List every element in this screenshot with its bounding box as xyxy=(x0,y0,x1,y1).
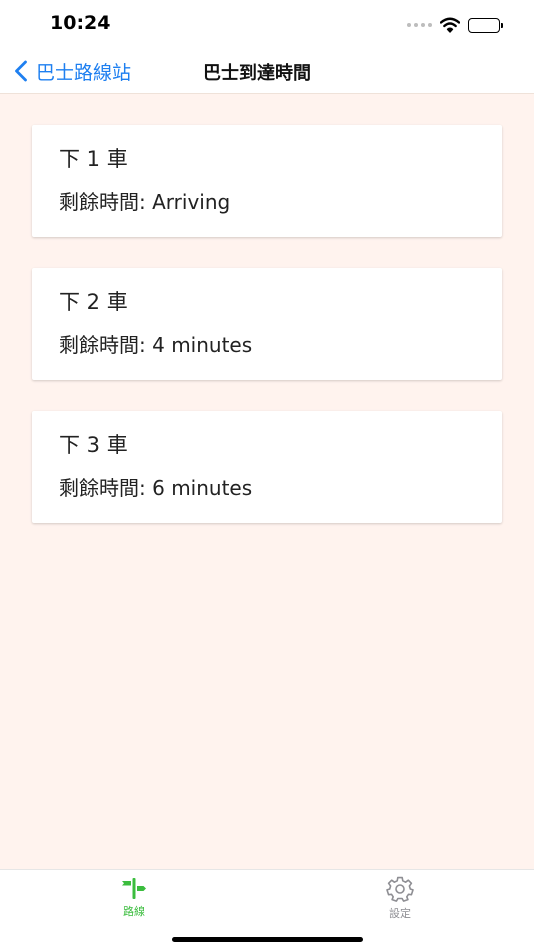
battery-icon xyxy=(468,17,503,33)
status-time: 10:24 xyxy=(50,12,111,34)
navigation-bar: 巴士路線站 巴士到達時間 xyxy=(0,48,534,94)
arrival-title: 下 2 車 xyxy=(59,290,128,314)
remaining-value: 4 minutes xyxy=(152,333,253,357)
arrival-remaining: 剩餘時間: Arriving xyxy=(59,190,231,214)
home-indicator xyxy=(172,937,363,942)
remaining-label: 剩餘時間 xyxy=(59,333,139,357)
chevron-left-icon xyxy=(15,60,27,82)
wifi-icon xyxy=(440,17,460,33)
signal-dots-icon xyxy=(407,23,432,27)
tab-settings-label: 設定 xyxy=(389,907,411,920)
arrival-title: 下 1 車 xyxy=(59,147,128,171)
remaining-value: Arriving xyxy=(152,190,231,214)
arrival-remaining: 剩餘時間: 4 minutes xyxy=(59,333,253,357)
back-button-label: 巴士路線站 xyxy=(36,61,132,84)
tab-settings[interactable]: 設定 xyxy=(360,876,440,924)
remaining-label: 剩餘時間 xyxy=(59,476,139,500)
tab-routes-label: 路線 xyxy=(123,905,145,918)
tab-routes[interactable]: 路線 xyxy=(94,876,174,924)
arrival-card: 下 2 車 剩餘時間: 4 minutes xyxy=(32,268,502,380)
arrival-card: 下 1 車 剩餘時間: Arriving xyxy=(32,125,502,237)
page-title: 巴士到達時間 xyxy=(203,63,311,84)
arrival-card: 下 3 車 剩餘時間: 6 minutes xyxy=(32,411,502,523)
arrival-title: 下 3 車 xyxy=(59,433,128,457)
status-bar: 10:24 xyxy=(0,0,534,48)
signpost-icon xyxy=(122,878,146,899)
tab-bar: 路線 設定 xyxy=(0,869,534,950)
gear-icon xyxy=(386,876,414,902)
status-icons xyxy=(407,15,503,35)
arrival-remaining: 剩餘時間: 6 minutes xyxy=(59,476,253,500)
remaining-value: 6 minutes xyxy=(152,476,253,500)
back-button[interactable]: 巴士路線站 xyxy=(14,56,131,86)
remaining-label: 剩餘時間 xyxy=(59,190,139,214)
arrival-list: 下 1 車 剩餘時間: Arriving 下 2 車 剩餘時間: 4 minut… xyxy=(0,94,534,869)
app-screen: 10:24 巴士路線站 巴士到達時間 下 1 車 剩餘時間: Arriving … xyxy=(0,0,534,950)
